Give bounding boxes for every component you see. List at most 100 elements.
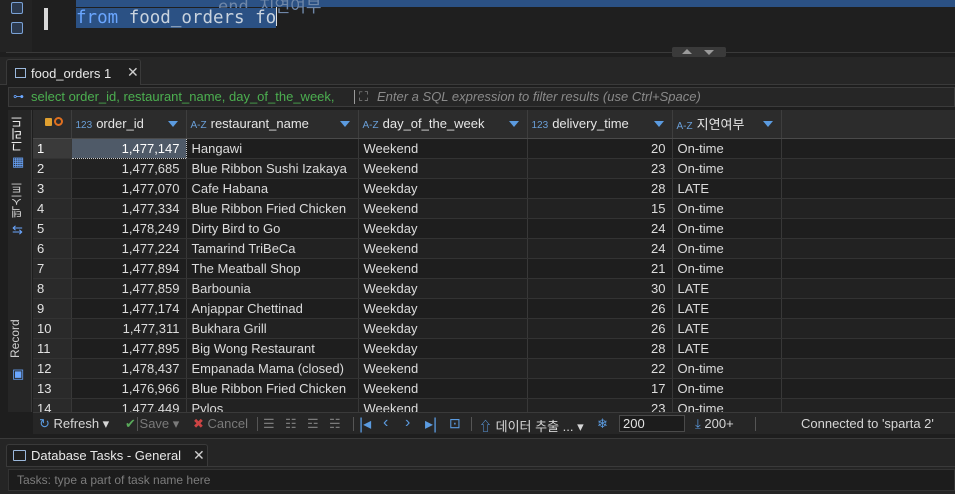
last-page-icon[interactable]: ▸| <box>425 414 437 434</box>
delivery-time-cell[interactable]: 28 <box>527 178 673 199</box>
day-of-the-week-cell[interactable]: Weekday <box>358 178 528 199</box>
delivery-time-cell[interactable]: 23 <box>527 158 673 179</box>
fetch-settings-icon[interactable]: ❄ <box>597 416 608 432</box>
refresh-button[interactable]: ↻ Refresh ▾ <box>39 416 109 432</box>
row-number-cell[interactable]: 6 <box>33 238 72 259</box>
restaurant-name-cell[interactable]: Barbounia <box>186 278 359 299</box>
delivery-time-cell[interactable]: 24 <box>527 218 673 239</box>
restaurant-name-cell[interactable]: Tamarind TriBeCa <box>186 238 359 259</box>
order-id-cell[interactable]: 1,477,311 <box>71 318 187 339</box>
order-id-cell[interactable]: 1,477,334 <box>71 198 187 219</box>
delivery-time-cell[interactable]: 21 <box>527 258 673 279</box>
delivery-time-cell[interactable]: 20 <box>527 138 673 159</box>
table-row[interactable]: 9 1,477,174 Anjappar Chettinad Weekday 26 LAT… <box>33 298 955 319</box>
table-row[interactable]: 12 1,478,437 Empanada Mama (closed) Weekend… <box>33 358 955 379</box>
table-row[interactable]: 7 1,477,894 The Meatball Shop Weekend 21 On-t… <box>33 258 955 279</box>
tab-food-orders-1[interactable]: food_orders 1 ✕ <box>6 59 141 85</box>
day-of-the-week-cell[interactable]: Weekend <box>358 258 528 279</box>
day-of-the-week-cell[interactable]: Weekday <box>358 218 528 239</box>
day-of-the-week-cell[interactable]: Weekend <box>358 158 528 179</box>
delay-status-cell[interactable]: LATE <box>672 318 782 339</box>
fetch-all-button[interactable]: ⤓ 200+ <box>695 416 734 432</box>
order-id-cell[interactable]: 1,477,685 <box>71 158 187 179</box>
row-number-cell[interactable]: 14 <box>33 398 72 412</box>
restaurant-name-cell[interactable]: Dirty Bird to Go <box>186 218 359 239</box>
row-number-cell[interactable]: 4 <box>33 198 72 219</box>
sort-icon[interactable] <box>167 121 178 127</box>
restaurant-name-cell[interactable]: Blue Ribbon Sushi Izakaya <box>186 158 359 179</box>
task-filter-input[interactable] <box>9 470 954 490</box>
sort-icon[interactable] <box>653 121 664 127</box>
collapse-up-icon[interactable] <box>682 49 692 54</box>
restaurant-name-cell[interactable]: Bukhara Grill <box>186 318 359 339</box>
row-number-cell[interactable]: 13 <box>33 378 72 399</box>
table-row[interactable]: 11 1,477,895 Big Wong Restaurant Weekday 28 L… <box>33 338 955 359</box>
delay-status-cell[interactable]: LATE <box>672 178 782 199</box>
delivery-time-cell[interactable]: 26 <box>527 318 673 339</box>
restaurant-name-cell[interactable]: Blue Ribbon Fried Chicken <box>186 198 359 219</box>
restaurant-name-cell[interactable]: Blue Ribbon Fried Chicken <box>186 378 359 399</box>
copy-row-icon[interactable]: ☲ <box>307 416 319 432</box>
sort-icon[interactable] <box>508 121 519 127</box>
tab-database-tasks[interactable]: Database Tasks - General ✕ <box>6 444 208 466</box>
order-id-cell[interactable]: 1,477,449 <box>71 398 187 412</box>
next-page-icon[interactable]: › <box>405 414 410 432</box>
day-of-the-week-cell[interactable]: Weekday <box>358 298 528 319</box>
previous-page-icon[interactable]: ‹ <box>383 414 388 432</box>
restaurant-name-cell[interactable]: The Meatball Shop <box>186 258 359 279</box>
panel-splitter[interactable] <box>672 47 726 57</box>
results-grid[interactable]: 123 order_id A-Z restaurant_name A-Z day_of… <box>33 110 955 412</box>
column-header-delivery-time[interactable]: 123 delivery_time <box>527 110 673 139</box>
record-icon[interactable]: ▣ <box>12 366 24 382</box>
order-id-cell[interactable]: 1,477,224 <box>71 238 187 259</box>
table-row[interactable]: 4 1,477,334 Blue Ribbon Fried Chicken Weeke… <box>33 198 955 219</box>
row-number-cell[interactable]: 12 <box>33 358 72 379</box>
table-row[interactable]: 3 1,477,070 Cafe Habana Weekday 28 LATE <box>33 178 955 199</box>
corner-cell[interactable] <box>33 110 72 139</box>
delay-status-cell[interactable]: On-time <box>672 158 782 179</box>
restaurant-name-cell[interactable]: Pylos <box>186 398 359 412</box>
delay-status-cell[interactable]: LATE <box>672 278 782 299</box>
delivery-time-cell[interactable]: 28 <box>527 338 673 359</box>
day-of-the-week-cell[interactable]: Weekday <box>358 318 528 339</box>
delay-status-cell[interactable]: On-time <box>672 218 782 239</box>
delay-status-cell[interactable]: On-time <box>672 358 782 379</box>
order-id-cell[interactable]: 1,477,859 <box>71 278 187 299</box>
delay-status-cell[interactable]: On-time <box>672 138 782 159</box>
day-of-the-week-cell[interactable]: Weekday <box>358 278 528 299</box>
row-number-cell[interactable]: 3 <box>33 178 72 199</box>
task-filter-field[interactable] <box>8 469 955 491</box>
restaurant-name-cell[interactable]: Cafe Habana <box>186 178 359 199</box>
row-number-cell[interactable]: 2 <box>33 158 72 179</box>
delivery-time-cell[interactable]: 15 <box>527 198 673 219</box>
restaurant-name-cell[interactable]: Hangawi <box>186 138 359 159</box>
delivery-time-cell[interactable]: 30 <box>527 278 673 299</box>
row-number-cell[interactable]: 8 <box>33 278 72 299</box>
delivery-time-cell[interactable]: 26 <box>527 298 673 319</box>
sql-editor[interactable]: end 지연여부 from food_orders fo <box>0 0 955 57</box>
close-icon[interactable]: ✕ <box>193 447 205 464</box>
order-id-cell[interactable]: 1,477,070 <box>71 178 187 199</box>
delivery-time-cell[interactable]: 24 <box>527 238 673 259</box>
delete-row-icon[interactable]: ☵ <box>329 416 341 432</box>
delivery-time-cell[interactable]: 23 <box>527 398 673 412</box>
restaurant-name-cell[interactable]: Big Wong Restaurant <box>186 338 359 359</box>
table-row[interactable]: 2 1,477,685 Blue Ribbon Sushi Izakaya Weeke… <box>33 158 955 179</box>
expand-icon[interactable]: ⛶ <box>359 89 368 105</box>
order-id-cell[interactable]: 1,477,147 <box>70 137 187 159</box>
row-number-cell[interactable]: 7 <box>33 258 72 279</box>
restaurant-name-cell[interactable]: Empanada Mama (closed) <box>186 358 359 379</box>
day-of-the-week-cell[interactable]: Weekend <box>358 198 528 219</box>
row-number-cell[interactable]: 5 <box>33 218 72 239</box>
column-header-restaurant-name[interactable]: A-Z restaurant_name <box>186 110 359 139</box>
cancel-button[interactable]: ✖ Cancel <box>193 416 248 432</box>
order-id-cell[interactable]: 1,478,249 <box>71 218 187 239</box>
grid-icon[interactable]: ▦ <box>12 154 24 170</box>
delay-status-cell[interactable]: On-time <box>672 398 782 412</box>
order-id-cell[interactable]: 1,477,174 <box>71 298 187 319</box>
tab-record[interactable]: Record <box>8 314 32 364</box>
table-row[interactable]: 1 1,477,147 Hangawi Weekend 20 On-time <box>33 137 955 159</box>
day-of-the-week-cell[interactable]: Weekend <box>358 398 528 412</box>
restaurant-name-cell[interactable]: Anjappar Chettinad <box>186 298 359 319</box>
editor-code-line[interactable]: from food_orders fo <box>76 7 278 30</box>
